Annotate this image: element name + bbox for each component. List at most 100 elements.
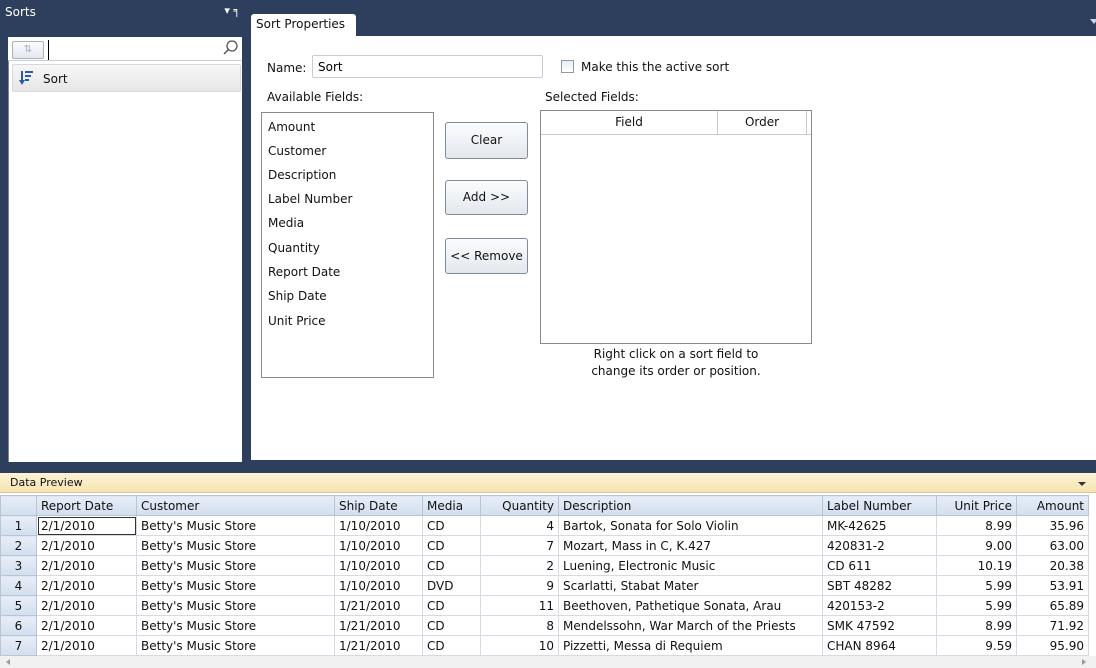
table-row[interactable]: 2 2/1/2010 Betty's Music Store 1/10/2010 CD 7… <box>0 535 1089 556</box>
table-cell[interactable]: 95.90 <box>1016 635 1089 656</box>
table-cell[interactable]: 2 <box>480 555 559 576</box>
table-cell[interactable]: CD 611 <box>822 555 937 576</box>
table-cell[interactable]: CD <box>422 635 481 656</box>
tab-sort-properties[interactable]: Sort Properties <box>251 14 356 36</box>
table-row[interactable]: 1 2/1/2010 Betty's Music Store 1/10/2010 CD 4… <box>0 515 1089 536</box>
table-cell[interactable]: 71.92 <box>1016 615 1089 636</box>
table-cell[interactable]: CHAN 8964 <box>822 635 937 656</box>
table-cell[interactable]: Betty's Music Store <box>136 535 335 556</box>
table-cell[interactable]: 1/10/2010 <box>334 535 423 556</box>
table-cell[interactable]: 8.99 <box>936 515 1017 536</box>
active-sort-checkbox[interactable] <box>561 60 574 73</box>
table-cell[interactable]: CD <box>422 535 481 556</box>
table-row[interactable]: 4 2/1/2010 Betty's Music Store 1/10/2010 DVD… <box>0 575 1089 596</box>
row-number[interactable]: 7 <box>0 635 37 656</box>
table-cell[interactable]: 1/10/2010 <box>334 555 423 576</box>
available-fields-list[interactable]: Amount Customer Description Label Number… <box>261 112 434 378</box>
table-cell[interactable]: CD <box>422 555 481 576</box>
column-header[interactable]: Media <box>422 495 481 516</box>
table-cell[interactable]: CD <box>422 595 481 616</box>
search-icon[interactable] <box>222 39 240 57</box>
table-cell[interactable]: Scarlatti, Stabat Mater <box>558 575 823 596</box>
table-cell[interactable]: Betty's Music Store <box>136 515 335 536</box>
table-cell[interactable]: 53.91 <box>1016 575 1089 596</box>
sort-direction-toggle-button[interactable]: ⇅ <box>12 41 44 59</box>
pin-icon[interactable]: ▾ ╕ <box>224 4 240 17</box>
table-cell[interactable]: 2/1/2010 <box>36 595 137 616</box>
table-cell[interactable]: CD <box>422 615 481 636</box>
table-cell[interactable]: 1/21/2010 <box>334 615 423 636</box>
remove-button[interactable]: << Remove <box>445 238 528 274</box>
table-cell[interactable]: 2/1/2010 <box>36 635 137 656</box>
table-cell[interactable]: 9.00 <box>936 535 1017 556</box>
table-row[interactable]: 6 2/1/2010 Betty's Music Store 1/21/2010 CD 8… <box>0 615 1089 636</box>
scroll-left-icon[interactable] <box>6 659 10 665</box>
table-cell[interactable]: 10.19 <box>936 555 1017 576</box>
list-item[interactable]: Unit Price <box>268 314 326 328</box>
column-header-field[interactable]: Field <box>541 111 718 135</box>
horizontal-scrollbar[interactable] <box>0 656 1096 668</box>
column-header[interactable]: Customer <box>136 495 335 516</box>
table-cell[interactable]: 8 <box>480 615 559 636</box>
table-cell[interactable]: 35.96 <box>1016 515 1089 536</box>
list-item[interactable]: Report Date <box>268 265 340 279</box>
list-item[interactable]: Customer <box>268 144 326 158</box>
scroll-right-icon[interactable] <box>1082 659 1086 665</box>
table-cell[interactable]: 4 <box>480 515 559 536</box>
table-cell[interactable]: Luening, Electronic Music <box>558 555 823 576</box>
list-item[interactable]: Amount <box>268 120 315 134</box>
table-cell[interactable]: 11 <box>480 595 559 616</box>
table-cell[interactable]: 1/21/2010 <box>334 595 423 616</box>
sort-search-input[interactable] <box>48 40 218 60</box>
table-cell[interactable]: DVD <box>422 575 481 596</box>
table-cell[interactable]: 1/10/2010 <box>334 575 423 596</box>
table-cell[interactable]: 5.99 <box>936 595 1017 616</box>
list-item[interactable]: Description <box>268 168 336 182</box>
table-cell[interactable]: 420153-2 <box>822 595 937 616</box>
list-item[interactable]: Media <box>268 216 304 230</box>
table-cell[interactable]: Betty's Music Store <box>136 595 335 616</box>
column-header[interactable]: Unit Price <box>936 495 1017 516</box>
add-button[interactable]: Add >> <box>445 180 528 215</box>
table-cell[interactable]: 2/1/2010 <box>36 555 137 576</box>
column-header[interactable]: Quantity <box>480 495 559 516</box>
name-input[interactable] <box>312 55 543 78</box>
list-item[interactable]: Ship Date <box>268 289 327 303</box>
table-cell[interactable]: 1/21/2010 <box>334 635 423 656</box>
clear-button[interactable]: Clear <box>445 122 528 159</box>
row-number[interactable]: 1 <box>0 515 37 536</box>
table-cell[interactable]: 2/1/2010 <box>36 615 137 636</box>
column-header[interactable]: Amount <box>1016 495 1089 516</box>
table-cell[interactable]: Betty's Music Store <box>136 555 335 576</box>
table-cell[interactable]: Betty's Music Store <box>136 615 335 636</box>
table-cell[interactable]: 1/10/2010 <box>334 515 423 536</box>
table-cell[interactable]: 2/1/2010 <box>36 535 137 556</box>
column-header[interactable]: Ship Date <box>334 495 423 516</box>
table-cell[interactable]: 20.38 <box>1016 555 1089 576</box>
table-cell[interactable]: 2/1/2010 <box>36 575 137 596</box>
chevron-down-icon[interactable] <box>1090 19 1096 24</box>
table-cell[interactable]: 65.89 <box>1016 595 1089 616</box>
table-cell[interactable]: 9 <box>480 575 559 596</box>
column-header[interactable]: Label Number <box>822 495 937 516</box>
table-cell[interactable]: 2/1/2010 <box>36 515 137 536</box>
table-cell[interactable]: 7 <box>480 535 559 556</box>
table-cell[interactable]: 63.00 <box>1016 535 1089 556</box>
list-item[interactable]: Label Number <box>268 192 352 206</box>
column-header-order[interactable]: Order <box>718 111 806 135</box>
table-cell[interactable]: 8.99 <box>936 615 1017 636</box>
column-header[interactable]: Report Date <box>36 495 137 516</box>
table-cell[interactable]: 420831-2 <box>822 535 937 556</box>
table-cell[interactable]: SBT 48282 <box>822 575 937 596</box>
list-item[interactable]: Quantity <box>268 241 320 255</box>
table-cell[interactable]: MK-42625 <box>822 515 937 536</box>
sort-list-item[interactable]: Sort <box>12 64 241 92</box>
table-cell[interactable]: Betty's Music Store <box>136 635 335 656</box>
table-cell[interactable]: SMK 47592 <box>822 615 937 636</box>
table-row[interactable]: 3 2/1/2010 Betty's Music Store 1/10/2010 CD 2… <box>0 555 1089 576</box>
table-cell[interactable]: Mozart, Mass in C, K.427 <box>558 535 823 556</box>
table-cell[interactable]: Mendelssohn, War March of the Priests <box>558 615 823 636</box>
row-number[interactable]: 3 <box>0 555 37 576</box>
table-cell[interactable]: Bartok, Sonata for Solo Violin <box>558 515 823 536</box>
column-header[interactable]: Description <box>558 495 823 516</box>
